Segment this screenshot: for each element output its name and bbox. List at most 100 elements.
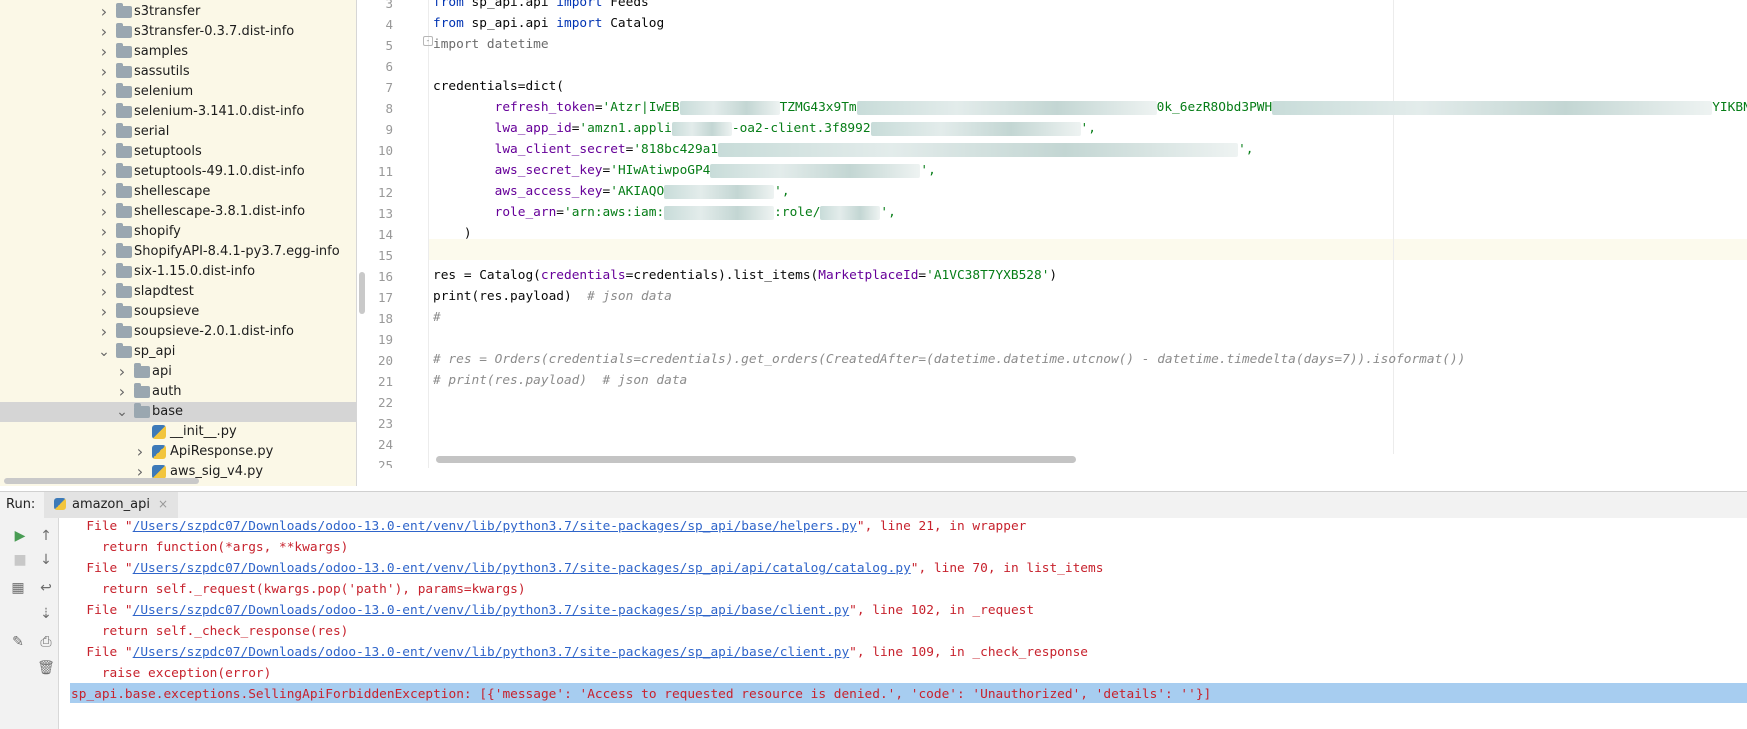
chevron-right-icon[interactable]: ›	[115, 382, 129, 402]
chevron-right-icon[interactable]: ›	[97, 282, 111, 302]
stop-button[interactable]: ■	[10, 550, 30, 570]
chevron-down-icon[interactable]: ⌄	[115, 402, 129, 422]
code-line[interactable]: credentials=dict(	[433, 76, 564, 97]
tree-item[interactable]: ⌄ base	[0, 402, 356, 422]
chevron-right-icon[interactable]: ›	[97, 302, 111, 322]
line-number: 8	[385, 101, 393, 116]
tree-item[interactable]: › api	[0, 362, 356, 382]
layout-button[interactable]: ▦	[8, 578, 28, 598]
code-line[interactable]: role_arn='arn:aws:iam::role/',	[433, 202, 896, 223]
chevron-right-icon[interactable]: ›	[115, 362, 129, 382]
print-icon: ⎙	[40, 634, 52, 650]
down-button[interactable]: ↓	[36, 550, 56, 570]
scroll-end-button[interactable]: ⇣	[36, 604, 56, 624]
chevron-right-icon[interactable]: ›	[97, 202, 111, 222]
tree-item[interactable]: › shellescape-3.8.1.dist-info	[0, 202, 356, 222]
tree-item[interactable]: ⌄ sp_api	[0, 342, 356, 362]
file-path-link[interactable]: /Users/szpdc07/Downloads/odoo-13.0-ent/v…	[133, 603, 850, 618]
code-line[interactable]: from sp_api.api import Feeds	[433, 0, 649, 13]
traceback-location: ", line 21, in wrapper	[856, 519, 1027, 534]
code-line[interactable]: lwa_client_secret='818bc429a1 ',	[433, 139, 1254, 160]
file-path-link[interactable]: /Users/szpdc07/Downloads/odoo-13.0-ent/v…	[133, 519, 857, 534]
run-console-output[interactable]: File "/Users/szpdc07/Downloads/odoo-13.0…	[59, 518, 1747, 729]
code-line[interactable]: aws_secret_key='HIwAtiwpoGP4 ',	[433, 160, 936, 181]
code-line[interactable]: aws_access_key='AKIAQO ',	[433, 181, 790, 202]
code-editor[interactable]: 3 4 5 6 7 8 9 10 11 12 13 14 15 16 17 18 19 20 21 22 23 24 25 …	[371, 0, 1747, 468]
chevron-right-icon[interactable]: ›	[97, 262, 111, 282]
chevron-right-icon[interactable]: ›	[97, 82, 111, 102]
chevron-right-icon[interactable]: ›	[97, 182, 111, 202]
code-line[interactable]: )	[433, 223, 472, 244]
up-button[interactable]: ↑	[36, 526, 56, 546]
clear-button[interactable]: 🗑	[36, 658, 56, 678]
tree-item-label: __init__.py	[170, 424, 237, 439]
tree-item[interactable]: › ShopifyAPI-8.4.1-py3.7.egg-info	[0, 242, 356, 262]
tree-item[interactable]: › setuptools	[0, 142, 356, 162]
code-line[interactable]: #	[433, 307, 441, 328]
tree-item[interactable]: › soupsieve	[0, 302, 356, 322]
chevron-right-icon[interactable]: ›	[97, 322, 111, 342]
editor-horizontal-scrollbar[interactable]	[436, 456, 1076, 463]
line-number: 21	[377, 374, 393, 389]
chevron-right-icon[interactable]: ›	[97, 162, 111, 182]
pin-icon: ✎	[12, 634, 24, 650]
tree-item[interactable]: › s3transfer	[0, 2, 356, 22]
tree-item[interactable]: › selenium-3.141.0.dist-info	[0, 102, 356, 122]
traceback-location: ", line 70, in list_items	[910, 561, 1104, 576]
code-line[interactable]: lwa_app_id='amzn1.appli -oa2-client.3f899…	[433, 118, 1096, 139]
close-tab-icon[interactable]: ×	[158, 497, 168, 511]
folder-icon	[116, 163, 132, 178]
tree-item[interactable]: › shopify	[0, 222, 356, 242]
tree-item[interactable]: › six-1.15.0.dist-info	[0, 262, 356, 282]
traceback-text: raise exception(error)	[71, 666, 272, 681]
code-line[interactable]: res = Catalog(credentials=credentials).l…	[433, 265, 1057, 286]
code-line[interactable]: from sp_api.api import Catalog	[433, 13, 664, 34]
chevron-right-icon[interactable]: ›	[133, 442, 147, 462]
soft-wrap-button[interactable]: ↩	[36, 578, 56, 598]
exception-line: sp_api.base.exceptions.SellingApiForbidd…	[71, 684, 1211, 705]
chevron-right-icon[interactable]: ›	[97, 142, 111, 162]
line-number: 18	[377, 311, 393, 326]
tree-item[interactable]: › serial	[0, 122, 356, 142]
tree-horizontal-scrollbar[interactable]	[4, 478, 199, 484]
chevron-down-icon[interactable]: ⌄	[97, 342, 111, 362]
chevron-right-icon[interactable]: ›	[97, 42, 111, 62]
tree-item[interactable]: › sassutils	[0, 62, 356, 82]
traceback-line: File "/Users/szpdc07/Downloads/odoo-13.0…	[71, 516, 1026, 537]
tree-item[interactable]: › s3transfer-0.3.7.dist-info	[0, 22, 356, 42]
line-number: 24	[377, 437, 393, 452]
rerun-button[interactable]: ▶	[10, 526, 30, 546]
tree-item[interactable]: › selenium	[0, 82, 356, 102]
tree-item[interactable]: › setuptools-49.1.0.dist-info	[0, 162, 356, 182]
code-line[interactable]: # res = Orders(credentials=credentials).…	[433, 349, 1465, 370]
fold-marker-icon[interactable]: -	[423, 36, 433, 46]
chevron-right-icon[interactable]: ›	[97, 62, 111, 82]
tree-item[interactable]: __init__.py	[0, 422, 356, 442]
code-line[interactable]: refresh_token='Atzr|IwEB TZMG43x9Tm 0k_6ez…	[433, 97, 1747, 118]
file-path-link[interactable]: /Users/szpdc07/Downloads/odoo-13.0-ent/v…	[133, 645, 850, 660]
chevron-right-icon[interactable]: ›	[97, 2, 111, 22]
line-number: 10	[377, 143, 393, 158]
chevron-right-icon[interactable]: ›	[97, 102, 111, 122]
tree-item-label: api	[152, 364, 172, 379]
tree-item[interactable]: › shellescape	[0, 182, 356, 202]
tree-item[interactable]: › soupsieve-2.0.1.dist-info	[0, 322, 356, 342]
line-number: 13	[377, 206, 393, 221]
tree-item[interactable]: › auth	[0, 382, 356, 402]
pin-button[interactable]: ✎	[8, 632, 28, 652]
tree-item[interactable]: › slapdtest	[0, 282, 356, 302]
code-line[interactable]: # print(res.payload) # json data	[433, 370, 687, 391]
chevron-right-icon[interactable]: ›	[97, 242, 111, 262]
code-line[interactable]: import datetime	[433, 34, 549, 55]
tree-item[interactable]: › samples	[0, 42, 356, 62]
tree-item-label: six-1.15.0.dist-info	[134, 264, 256, 279]
print-button[interactable]: ⎙	[36, 632, 56, 652]
file-path-link[interactable]: /Users/szpdc07/Downloads/odoo-13.0-ent/v…	[133, 561, 911, 576]
chevron-right-icon[interactable]: ›	[97, 222, 111, 242]
tree-vertical-scrollbar[interactable]	[359, 272, 365, 314]
line-number: 5	[385, 38, 393, 53]
chevron-right-icon[interactable]: ›	[97, 22, 111, 42]
tree-item[interactable]: › ApiResponse.py	[0, 442, 356, 462]
chevron-right-icon[interactable]: ›	[97, 122, 111, 142]
code-line[interactable]: print(res.payload) # json data	[433, 286, 672, 307]
